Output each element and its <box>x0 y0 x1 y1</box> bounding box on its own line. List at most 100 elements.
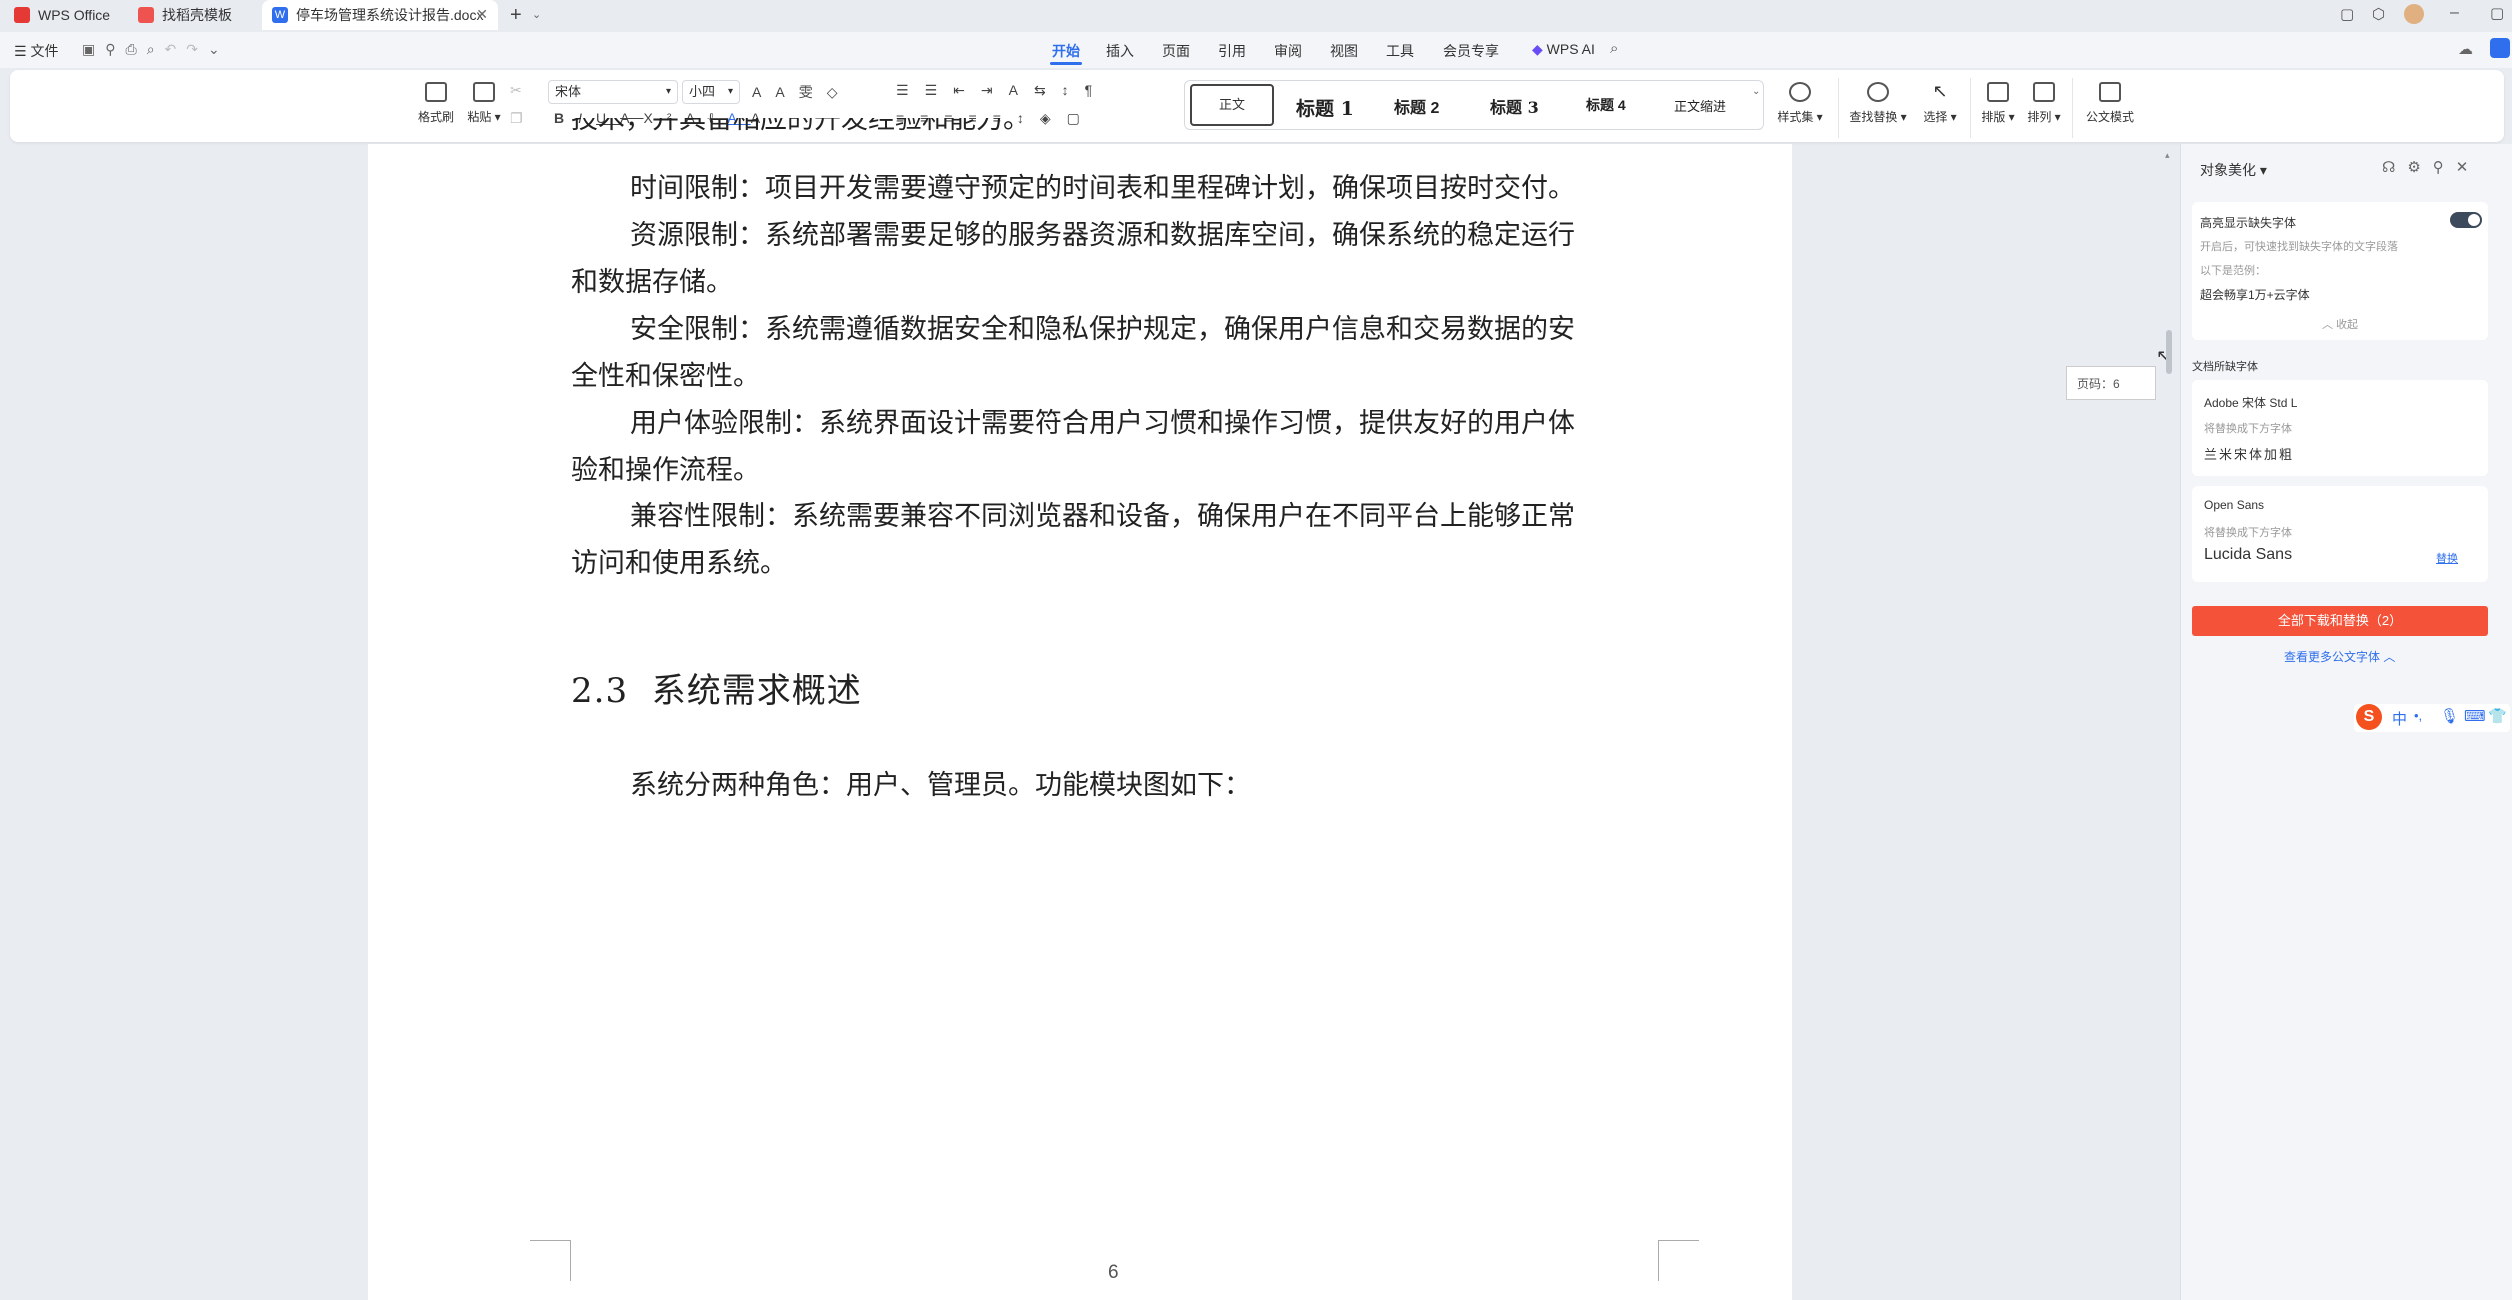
export-icon[interactable]: ⚲ <box>105 41 125 57</box>
paste-button[interactable]: 粘贴 ▾ <box>462 82 506 125</box>
replace-hint: 将替换成下方字体 <box>2204 423 2292 435</box>
new-tab-icon[interactable]: + <box>510 4 522 27</box>
search-icon[interactable]: ⌕ <box>1610 40 1618 57</box>
text-direction-icon[interactable]: A <box>1009 82 1034 98</box>
doc-body-paragraph: 系统分两种角色：用户、管理员。功能模块图如下： <box>630 770 1251 801</box>
style-heading-4[interactable]: 标题 4 <box>1586 95 1626 115</box>
menu-bar <box>0 32 2512 68</box>
more-fonts-link[interactable]: 查看更多公文字体 ︿ <box>2284 648 2395 665</box>
cloud-sync-icon[interactable]: ☁ <box>2458 40 2473 58</box>
sort-icon[interactable]: ↕ <box>1062 82 1085 98</box>
panel-title[interactable]: 对象美化 ▾ <box>2200 160 2267 180</box>
cube-icon[interactable]: ⬡ <box>2372 5 2385 23</box>
skin-icon[interactable]: 👕 <box>2488 707 2507 725</box>
copy-icon[interactable]: ❐ <box>510 110 523 127</box>
microphone-icon[interactable]: 🎙 <box>2440 707 2459 725</box>
minimize-icon[interactable]: – <box>2450 4 2459 22</box>
print-icon[interactable]: ⎙ <box>126 41 147 57</box>
wps-logo-icon <box>14 7 30 23</box>
phonetic-icon[interactable]: 雯 <box>799 84 827 100</box>
highlight-desc: 开启后，可快速找到缺失字体的文字段落 <box>2200 241 2398 253</box>
format-painter-button[interactable]: 格式刷 <box>416 82 456 125</box>
quick-access-toolbar[interactable]: ▣⚲⎙⌕↶↷⌄ <box>82 41 230 58</box>
font-name-select[interactable]: 宋体 ▾ <box>548 80 678 104</box>
wps-ai-icon: ◆ <box>1532 41 1543 57</box>
show-marks-icon[interactable]: ¶ <box>1085 82 1109 98</box>
keyboard-icon[interactable]: ⌨ <box>2464 707 2486 725</box>
vertical-scrollbar[interactable] <box>2166 330 2172 374</box>
style-body-indent[interactable]: 正文缩进 <box>1674 96 1726 115</box>
official-doc-icon <box>2099 82 2121 102</box>
menu-item-start[interactable]: 开始 <box>1052 41 1080 61</box>
menu-item-references[interactable]: 引用 <box>1218 41 1246 61</box>
style-heading-1[interactable]: 标题 1 <box>1296 94 1354 121</box>
doc-paragraph-line: 安全限制：系统需遵循数据安全和隐私保护规定，确保用户信息和交易数据的安 <box>630 314 1575 345</box>
download-replace-button[interactable]: 全部下载和替换（2） <box>2192 606 2488 636</box>
doc-top-fragment: 技术，并具备相应的开发经验和能力。 <box>571 118 1030 135</box>
close-icon[interactable]: ✕ <box>2456 159 2481 176</box>
font-size-select[interactable]: 小四 ▾ <box>682 80 740 104</box>
menu-item-insert[interactable]: 插入 <box>1106 41 1134 61</box>
line-break-icon[interactable]: ⇆ <box>1034 82 1062 98</box>
style-heading-3[interactable]: 标题 3 <box>1490 94 1539 118</box>
decrease-indent-icon[interactable]: ⇤ <box>953 82 981 98</box>
replace-hint: 将替换成下方字体 <box>2204 527 2292 539</box>
paragraph-tools-row-1[interactable]: ☰☰⇤⇥A⇆↕¶ <box>896 82 1108 99</box>
cut-icon[interactable]: ✂ <box>510 82 522 99</box>
page-corner-left <box>530 1240 571 1281</box>
template-icon <box>138 7 154 23</box>
panel-header-tools[interactable]: ☊⚙⚲✕ <box>2382 158 2480 176</box>
numbered-list-icon[interactable]: ☰ <box>925 82 954 98</box>
menu-item-view[interactable]: 视图 <box>1330 41 1358 61</box>
missing-font-name: Adobe 宋体 Std L <box>2204 396 2298 410</box>
doc-paragraph-line: 资源限制：系统部署需要足够的服务器资源和数据库空间，确保系统的稳定运行 <box>630 220 1575 251</box>
save-icon[interactable]: ▣ <box>82 41 105 57</box>
menu-item-review[interactable]: 审阅 <box>1274 41 1302 61</box>
ime-toolbar[interactable]: S 中 •, 🎙 ⌨ 👕 <box>2354 704 2510 732</box>
style-gallery-expand-icon[interactable]: ⌄ <box>1752 86 1760 97</box>
replace-font-link[interactable]: 替换 <box>2436 550 2458 566</box>
share-icon[interactable] <box>2490 38 2510 58</box>
tab-wps-office[interactable]: WPS Office <box>4 0 120 30</box>
settings-icon[interactable]: ⚙ <box>2407 159 2432 176</box>
layout-button[interactable]: 排版 ▾ <box>1978 82 2018 125</box>
scroll-up-icon[interactable]: ▴ <box>2165 150 2170 161</box>
redo-icon[interactable]: ↷ <box>186 41 208 57</box>
clear-format-icon[interactable]: ◇ <box>827 84 852 100</box>
tab-template[interactable]: 找稻壳模板 <box>128 0 256 30</box>
divider <box>1838 78 1839 138</box>
wps-ai-button[interactable]: ◆ WPS AI <box>1532 41 1595 58</box>
arrange-button[interactable]: 排列 ▾ <box>2024 82 2064 125</box>
find-replace-button[interactable]: 查找替换 ▾ <box>1846 82 1910 125</box>
collapse-link[interactable]: ︿ 收起 <box>2322 316 2358 332</box>
grow-font-icon[interactable]: A <box>752 84 775 100</box>
window-layout-icon[interactable]: ▢ <box>2340 5 2354 23</box>
pin-icon[interactable]: ⚲ <box>2433 159 2456 176</box>
avatar[interactable] <box>2404 4 2424 24</box>
more-chevron-icon[interactable]: ⌄ <box>208 41 230 57</box>
official-mode-button[interactable]: 公文模式 <box>2082 82 2138 125</box>
headset-icon[interactable]: ☊ <box>2382 159 2407 176</box>
bullet-list-icon[interactable]: ☰ <box>896 82 925 98</box>
style-heading-2[interactable]: 标题 2 <box>1394 94 1439 118</box>
print-preview-icon[interactable]: ⌕ <box>147 41 165 57</box>
menu-item-membership[interactable]: 会员专享 <box>1443 41 1499 61</box>
maximize-icon[interactable]: ▢ <box>2490 4 2504 22</box>
close-tab-icon[interactable]: ✕ <box>476 6 488 23</box>
ime-punctuation[interactable]: •, <box>2414 708 2422 723</box>
highlight-toggle[interactable] <box>2450 212 2482 228</box>
increase-indent-icon[interactable]: ⇥ <box>981 82 1009 98</box>
menu-item-page[interactable]: 页面 <box>1162 41 1190 61</box>
undo-icon[interactable]: ↶ <box>165 41 187 57</box>
tab-list-chevron-icon[interactable]: ⌄ <box>532 8 541 21</box>
ime-chinese-mode[interactable]: 中 <box>2392 708 2407 729</box>
file-menu[interactable]: ☰ 文件 <box>14 41 58 61</box>
select-button[interactable]: ↖ 选择 ▾ <box>1918 82 1962 125</box>
font-tools-row-1[interactable]: AA雯◇ <box>752 82 851 102</box>
menu-item-tools[interactable]: 工具 <box>1386 41 1414 61</box>
style-set-button[interactable]: 样式集 ▾ <box>1772 82 1828 125</box>
shrink-font-icon[interactable]: A <box>775 84 798 100</box>
doc-paragraph-line: 验和操作流程。 <box>571 455 760 486</box>
tab-document[interactable]: W 停车场管理系统设计报告.docx ✕ <box>262 0 498 30</box>
page-number: 6 <box>1108 1262 1119 1283</box>
